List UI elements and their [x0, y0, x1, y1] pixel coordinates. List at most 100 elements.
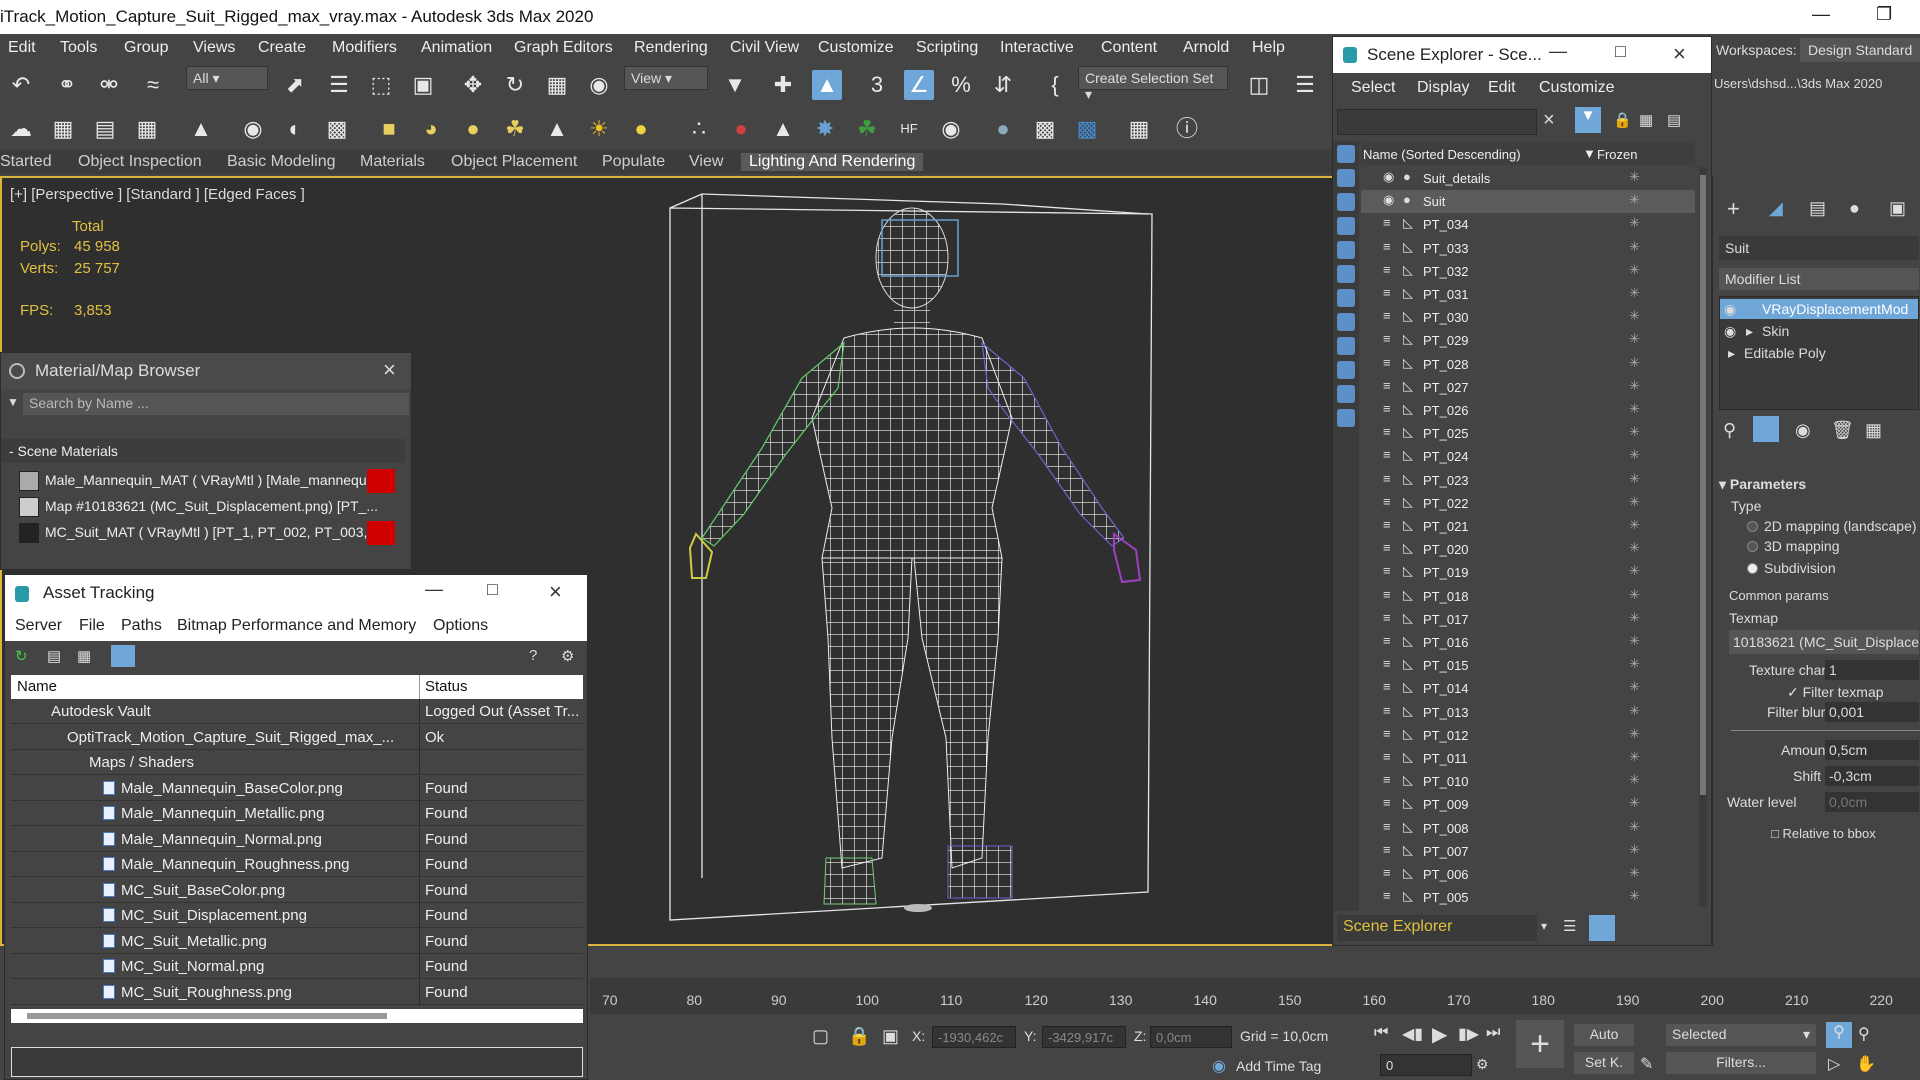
teapot-icon[interactable]: ☘ — [500, 114, 530, 144]
snaps-toggle-icon[interactable]: 3 — [862, 70, 892, 100]
next-frame-icon[interactable]: ▮▶ — [1458, 1024, 1479, 1044]
chevron-right-icon[interactable]: ▸ — [1728, 345, 1735, 362]
go-to-start-icon[interactable]: ⏮ — [1374, 1024, 1388, 1042]
workspace-dropdown[interactable]: Design Standard — [1800, 38, 1920, 62]
freeze-toggle-icon[interactable]: ✳ — [1629, 842, 1640, 858]
select-by-name-icon[interactable]: ☰ — [324, 70, 354, 100]
scene-row[interactable]: ≡ ◺ PT_005 ✳ — [1361, 886, 1695, 909]
render-setup-icon[interactable]: ◐ — [280, 114, 310, 144]
freeze-toggle-icon[interactable]: ✳ — [1629, 424, 1640, 440]
angle-snap-icon[interactable]: ∠ — [904, 70, 934, 100]
filters-button[interactable]: Filters... — [1666, 1052, 1816, 1074]
vray-hf-icon[interactable]: HF — [894, 114, 924, 144]
hierarchy-tab-icon[interactable]: ▤ — [1809, 198, 1826, 219]
layer-icon[interactable]: ≡ — [1383, 633, 1397, 648]
xref-filter-icon[interactable] — [1337, 313, 1355, 331]
sphere-icon[interactable]: ● — [458, 114, 488, 144]
menu-customize[interactable]: Customize — [818, 39, 894, 57]
vertical-scrollbar[interactable] — [1699, 167, 1707, 907]
clear-search-icon[interactable]: × — [1543, 109, 1555, 132]
scene-row[interactable]: ≡ ◺ PT_011 ✳ — [1361, 747, 1695, 770]
modify-tab-icon[interactable]: ◢ — [1769, 198, 1783, 219]
set-key-button[interactable]: Set K. — [1574, 1052, 1634, 1074]
group-filter-icon[interactable] — [1337, 289, 1355, 307]
hidden-filter-icon[interactable] — [1337, 409, 1355, 427]
vray-ipr-icon[interactable]: ▩ — [1072, 114, 1102, 144]
freeze-toggle-icon[interactable]: ✳ — [1629, 239, 1640, 255]
spinner-snap-icon[interactable]: ⇵ — [988, 70, 1018, 100]
scene-row[interactable]: ≡ ◺ PT_013 ✳ — [1361, 701, 1695, 724]
geometry-filter-icon[interactable] — [1337, 145, 1355, 163]
window-crossing-icon[interactable]: ▣ — [408, 70, 438, 100]
scene-row[interactable]: ◉ ● Suit ✳ — [1361, 190, 1695, 214]
list-view-icon[interactable]: ▤ — [47, 647, 61, 665]
tab-object-inspection[interactable]: Object Inspection — [78, 153, 202, 171]
freeze-toggle-icon[interactable]: ✳ — [1629, 563, 1640, 579]
absolute-mode-icon[interactable]: ▣ — [882, 1026, 899, 1047]
table-row[interactable]: OptiTrack_Motion_Capture_Suit_Rigged_max… — [11, 724, 583, 750]
align-icon[interactable]: ☰ — [1290, 70, 1320, 100]
list-item[interactable]: Male_Mannequin_MAT ( VRayMtl ) [Male_man… — [15, 469, 395, 493]
x-coordinate-field[interactable]: -1930,462c — [932, 1026, 1016, 1048]
search-options-icon[interactable]: ▼ — [7, 395, 19, 409]
scene-row[interactable]: ≡ ◺ PT_031 ✳ — [1361, 283, 1695, 306]
shape-filter-icon[interactable] — [1337, 169, 1355, 187]
refresh-icon[interactable]: ↻ — [15, 647, 28, 665]
y-coordinate-field[interactable]: -3429,917c — [1042, 1026, 1126, 1048]
stack-item-skin[interactable]: ◉ ▸ Skin — [1720, 321, 1918, 341]
layer-icon[interactable]: ≡ — [1383, 308, 1397, 323]
menu-group[interactable]: Group — [124, 39, 168, 57]
tab-started[interactable]: Started — [0, 153, 52, 171]
freeze-toggle-icon[interactable]: ✳ — [1629, 262, 1640, 278]
scene-row[interactable]: ≡ ◺ PT_023 ✳ — [1361, 469, 1695, 492]
freeze-toggle-icon[interactable]: ✳ — [1629, 888, 1640, 904]
container-filter-icon[interactable] — [1337, 361, 1355, 379]
table-row[interactable]: MC_Suit_Normal.png Found — [11, 954, 583, 979]
layer-icon[interactable]: ≡ — [1383, 726, 1397, 741]
scene-row[interactable]: ≡ ◺ PT_016 ✳ — [1361, 631, 1695, 654]
freeze-toggle-icon[interactable]: ✳ — [1629, 471, 1640, 487]
remove-modifier-icon[interactable]: 🗑 — [1831, 420, 1854, 441]
layer-icon[interactable]: ≡ — [1383, 378, 1397, 393]
show-end-result-icon[interactable] — [1753, 416, 1779, 442]
menu-animation[interactable]: Animation — [421, 39, 492, 57]
key-filter-icon[interactable]: ✎ — [1640, 1054, 1653, 1074]
scene-row[interactable]: ≡ ◺ PT_028 ✳ — [1361, 353, 1695, 376]
freeze-toggle-icon[interactable]: ✳ — [1629, 865, 1640, 881]
rotate-icon[interactable]: ↻ — [500, 70, 530, 100]
set-key-big-icon[interactable]: + — [1516, 1020, 1564, 1068]
freeze-toggle-icon[interactable]: ✳ — [1629, 215, 1640, 231]
schematic-view-icon[interactable]: ▲ — [186, 114, 216, 144]
object-name-field[interactable]: Suit — [1719, 236, 1919, 260]
menu-customize[interactable]: Customize — [1539, 79, 1615, 97]
thumbnail-view-icon[interactable]: ▦ — [77, 647, 91, 665]
layer-icon[interactable]: ≡ — [1383, 215, 1397, 230]
move-icon[interactable]: ✥ — [458, 70, 488, 100]
freeze-toggle-icon[interactable]: ✳ — [1629, 378, 1640, 394]
bone-filter-icon[interactable] — [1337, 337, 1355, 355]
zoom-all-icon[interactable]: ⚲ — [1858, 1024, 1870, 1044]
menu-content[interactable]: Content — [1101, 39, 1157, 57]
freeze-toggle-icon[interactable]: ✳ — [1629, 656, 1640, 672]
eye-icon[interactable]: ◉ — [1383, 169, 1397, 184]
scene-row[interactable]: ≡ ◺ PT_015 ✳ — [1361, 654, 1695, 677]
helper-filter-icon[interactable] — [1337, 241, 1355, 259]
menu-views[interactable]: Views — [193, 39, 235, 57]
vray-decal-icon[interactable]: ◉ — [936, 114, 966, 144]
chevron-right-icon[interactable]: ▸ — [1746, 323, 1753, 340]
configure-sets-icon[interactable]: ▦ — [1865, 420, 1882, 441]
previous-frame-icon[interactable]: ◀▮ — [1402, 1024, 1423, 1044]
modifier-list-dropdown[interactable]: Modifier List — [1719, 268, 1919, 290]
selection-filter-dropdown[interactable]: All ▾ — [186, 66, 268, 90]
menu-arnold[interactable]: Arnold — [1183, 39, 1229, 57]
table-row[interactable]: MC_Suit_Metallic.png Found — [11, 928, 583, 954]
unlink-icon[interactable]: ⚮ — [94, 70, 124, 100]
freeze-toggle-icon[interactable]: ✳ — [1629, 494, 1640, 510]
frozen-filter-icon[interactable] — [1337, 385, 1355, 403]
scene-row[interactable]: ≡ ◺ PT_026 ✳ — [1361, 399, 1695, 422]
table-row[interactable]: Male_Mannequin_Roughness.png Found — [11, 852, 583, 877]
menu-display[interactable]: Display — [1417, 79, 1469, 97]
hierarchy-view-icon[interactable] — [1589, 915, 1615, 941]
freeze-toggle-icon[interactable]: ✳ — [1629, 703, 1640, 719]
layer-icon[interactable]: ≡ — [1383, 331, 1397, 346]
